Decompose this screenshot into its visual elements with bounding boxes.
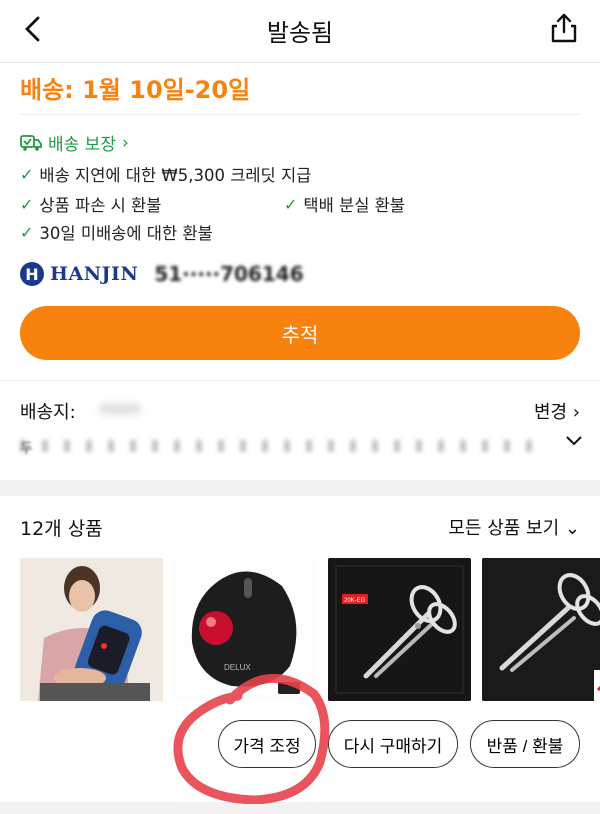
- guarantee-label: 배송 보장: [48, 135, 116, 155]
- guarantee-text: 배송 지연에 대한 ₩5,300 크레딧 지급: [39, 166, 312, 185]
- chevron-down-icon[interactable]: [566, 436, 582, 446]
- shipment-card: 발송됨 배송: 1월 10일-20일 배송 보장 › ✓ 배송 지연에 대한 ₩5…: [0, 0, 600, 480]
- product-thumbnail[interactable]: 20K-EG: [328, 558, 471, 701]
- track-button[interactable]: 추적: [20, 306, 580, 360]
- guarantee-item: ✓ 배송 지연에 대한 ₩5,300 크레딧 지급: [20, 162, 311, 186]
- address-label: 배송지:: [20, 402, 76, 423]
- buy-again-button[interactable]: 다시 구매하기: [328, 720, 458, 768]
- guarantee-item: ✓ 30일 미배송에 대한 환불: [20, 220, 213, 244]
- guarantee-item: ✓ 택배 분실 환불: [284, 192, 405, 216]
- product-thumbnail[interactable]: [482, 558, 600, 701]
- truck-check-icon: [20, 134, 42, 151]
- chevron-down-icon: ⌄: [564, 518, 580, 539]
- guarantee-text: 택배 분실 환불: [303, 196, 405, 215]
- tracking-number: 51·····706146: [154, 262, 304, 286]
- hand-massager-image: [20, 558, 163, 701]
- page-title: 발송됨: [266, 19, 334, 47]
- check-icon: ✓: [20, 222, 34, 242]
- view-all-products-button[interactable]: 모든 상품 보기 ⌄: [448, 514, 580, 540]
- check-icon: ✓: [20, 164, 34, 184]
- red-circle-annotation: [173, 673, 330, 804]
- chevron-right-icon: ›: [121, 132, 129, 153]
- change-label: 변경: [533, 402, 568, 423]
- kitchen-scissors-image: [482, 558, 600, 701]
- guarantee-text: 상품 파손 시 환불: [39, 196, 162, 215]
- top-bar: 발송됨: [0, 0, 600, 63]
- divider: [0, 380, 600, 381]
- address-redacted: [20, 440, 540, 452]
- scissors-tag-text: 20K-EG: [344, 598, 366, 604]
- change-address-button[interactable]: 변경 ›: [534, 398, 580, 424]
- guarantee-text: 30일 미배송에 대한 환불: [39, 224, 213, 243]
- divider: [20, 114, 580, 115]
- product-count: 12개 상품: [20, 518, 103, 540]
- share-icon[interactable]: [548, 12, 580, 44]
- return-refund-button[interactable]: 반품 / 환불: [470, 720, 580, 768]
- hanjin-logo-icon: H: [20, 262, 44, 286]
- delivery-eta: 배송: 1월 10일-20일: [20, 76, 251, 104]
- carrier-row: H HANJIN 51·····706146: [20, 262, 304, 286]
- check-icon: ✓: [284, 194, 298, 214]
- carrier-name: HANJIN: [50, 263, 139, 285]
- check-icon: ✓: [20, 194, 34, 214]
- products-card: 12개 상품 모든 상품 보기 ⌄ DELUX 20K-EG 가격 조정 다시 …: [0, 496, 600, 804]
- product-thumbnail[interactable]: [20, 558, 163, 701]
- kitchen-scissors-image: 20K-EG: [328, 558, 471, 701]
- delivery-guarantee-link[interactable]: 배송 보장 ›: [20, 130, 129, 155]
- chevron-right-icon: ›: [572, 402, 580, 423]
- guarantee-item: ✓ 상품 파손 시 환불: [20, 192, 161, 216]
- address-name-redacted: [100, 404, 140, 414]
- view-all-label: 모든 상품 보기: [448, 518, 560, 539]
